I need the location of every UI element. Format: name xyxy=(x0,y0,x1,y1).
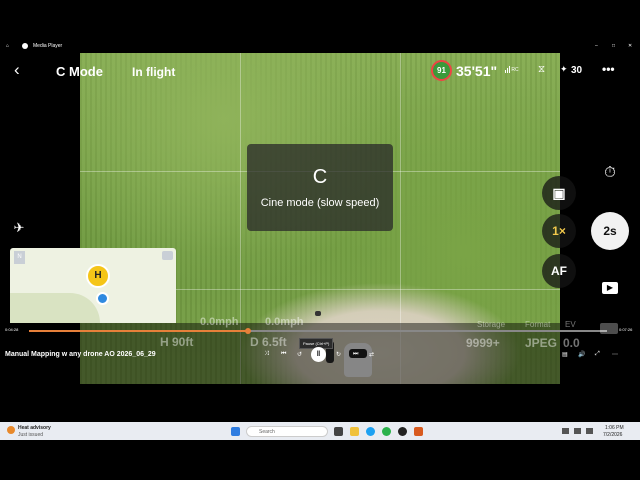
minimize-button[interactable]: – xyxy=(595,43,598,49)
volume-icon[interactable]: 🔊 xyxy=(578,351,585,358)
map-collapse-icon[interactable] xyxy=(162,251,173,260)
ev-label: EV xyxy=(565,320,576,329)
weather-title[interactable]: Heat advisory xyxy=(18,425,51,431)
mini-map[interactable]: N H xyxy=(10,248,176,323)
mode-notification: C Cine mode (slow speed) xyxy=(247,144,393,231)
captions-icon[interactable]: ▤ xyxy=(562,351,568,358)
app-title: Media Player xyxy=(33,43,63,49)
battery-indicator: 91 xyxy=(431,60,452,81)
storage-value: 9999+ xyxy=(466,336,500,350)
shutter-button[interactable]: 2s xyxy=(591,212,629,250)
mode-letter: C xyxy=(312,166,328,188)
weather-alert-icon xyxy=(7,426,15,434)
map-area xyxy=(10,293,100,323)
takeoff-land-icon[interactable]: ✈ xyxy=(10,220,28,238)
timer-icon[interactable]: ⏱ xyxy=(600,164,620,184)
speed-horizontal: 0.0mph xyxy=(200,316,239,328)
back-arrow-icon[interactable]: ‹ xyxy=(14,60,20,80)
close-button[interactable]: ✕ xyxy=(628,43,632,49)
weather-sub: Just issued xyxy=(18,432,44,438)
seek-thumb[interactable] xyxy=(245,328,252,334)
rc-signal-icon: RC xyxy=(505,66,521,75)
media-player-taskbar-icon[interactable] xyxy=(398,427,407,436)
file-explorer-icon[interactable] xyxy=(350,427,359,436)
format-label: Format xyxy=(525,320,551,329)
storage-label: Storage xyxy=(477,320,506,329)
time-current: 0:04:28 xyxy=(5,327,19,332)
drone-position-icon xyxy=(96,292,109,305)
flight-status: In flight xyxy=(132,65,176,79)
task-view-icon[interactable] xyxy=(334,427,343,436)
clock-time[interactable]: 1:06 PM xyxy=(605,425,624,431)
volume-tray-icon[interactable] xyxy=(574,428,581,434)
more-options-button[interactable]: ••• xyxy=(602,62,615,76)
flight-time: 35'51" xyxy=(456,63,498,79)
rewind-icon[interactable]: ↺ xyxy=(297,351,302,358)
edge-icon[interactable] xyxy=(366,427,375,436)
zoom-button[interactable]: 1× xyxy=(542,214,576,248)
seek-progress xyxy=(29,330,249,332)
miniplayer-icon[interactable] xyxy=(600,323,618,334)
app-taskbar-icon[interactable] xyxy=(414,427,423,436)
forward-icon[interactable]: ↻ xyxy=(336,351,341,358)
maximize-button[interactable]: □ xyxy=(612,43,615,49)
taskbar-search[interactable]: Search xyxy=(246,426,328,437)
clock-date[interactable]: 7/2/2026 xyxy=(603,432,622,438)
previous-icon[interactable]: ⏮ xyxy=(281,351,286,358)
next-icon[interactable]: ⏭ xyxy=(353,351,358,358)
flight-mode[interactable]: C Mode xyxy=(56,64,103,79)
format-value: JPEG xyxy=(525,336,558,350)
back-icon[interactable]: ⌂ xyxy=(6,43,9,49)
network-icon[interactable] xyxy=(562,428,569,434)
satellite-icon: ✦ xyxy=(560,64,568,74)
video-title: Manual Mapping w any drone AO 2026_06_29 xyxy=(5,351,156,358)
playback-icon[interactable]: ▶ xyxy=(602,282,618,294)
north-indicator: N xyxy=(14,251,25,264)
ev-value: 0.0 xyxy=(563,336,580,350)
media-player-icon xyxy=(22,43,28,49)
start-button-icon[interactable] xyxy=(231,427,240,436)
time-total: 0:07:26 xyxy=(619,327,633,332)
fullscreen-icon[interactable]: ⤢ xyxy=(595,351,600,358)
rc-label: RC xyxy=(511,67,519,73)
taskbar: Heat advisory Just issued Search 1:06 PM… xyxy=(0,422,640,440)
height-readout: H 90ft xyxy=(160,335,194,349)
home-point-marker: H xyxy=(86,264,110,288)
autofocus-button[interactable]: AF xyxy=(542,254,576,288)
chrome-icon[interactable] xyxy=(382,427,391,436)
vision-sensor-icon: ⧖ xyxy=(538,64,546,75)
more-player-options-icon[interactable]: ⋯ xyxy=(612,351,618,358)
speed-vertical: 0.0mph xyxy=(265,316,304,328)
repeat-icon[interactable]: ⇄ xyxy=(369,351,374,358)
mode-description: Cine mode (slow speed) xyxy=(260,197,380,209)
satellite-count: 30 xyxy=(571,65,583,76)
object-on-ground xyxy=(315,311,321,316)
shuffle-icon[interactable]: ⤨ xyxy=(264,351,269,358)
battery-tray-icon[interactable] xyxy=(586,428,593,434)
pause-button[interactable]: ‖ xyxy=(311,347,326,362)
distance-readout: D 6.5ft xyxy=(250,335,287,349)
search-placeholder: Search xyxy=(259,429,275,435)
window-titlebar: ⌂ Media Player – □ ✕ xyxy=(0,40,640,53)
camera-mode-icon[interactable]: ▣ xyxy=(542,176,576,210)
